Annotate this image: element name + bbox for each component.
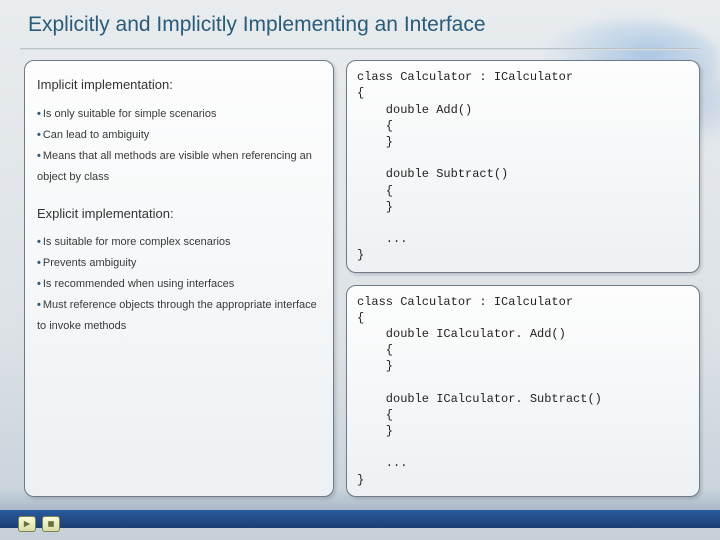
implicit-heading: Implicit implementation: — [37, 73, 321, 98]
stop-icon — [47, 520, 55, 528]
page-title: Explicitly and Implicitly Implementing a… — [0, 0, 720, 46]
play-button[interactable] — [18, 516, 36, 532]
implicit-bullet: •Is only suitable for simple scenarios — [37, 104, 321, 125]
implicit-bullet: •Means that all methods are visible when… — [37, 146, 321, 188]
play-icon — [23, 520, 31, 528]
title-divider — [20, 48, 700, 50]
code-box-explicit: class Calculator : ICalculator { double … — [346, 285, 700, 497]
explicit-bullet: •Must reference objects through the appr… — [37, 295, 321, 337]
stop-button[interactable] — [42, 516, 60, 532]
content-area: Implicit implementation: •Is only suitab… — [24, 60, 700, 497]
code-box-implicit: class Calculator : ICalculator { double … — [346, 60, 700, 272]
implicit-bullet: •Can lead to ambiguity — [37, 125, 321, 146]
explicit-bullet: •Is recommended when using interfaces — [37, 274, 321, 295]
code-column: class Calculator : ICalculator { double … — [346, 60, 700, 497]
explicit-heading: Explicit implementation: — [37, 202, 321, 227]
explicit-bullet: •Prevents ambiguity — [37, 253, 321, 274]
text-panel: Implicit implementation: •Is only suitab… — [24, 60, 334, 497]
footer-bar — [0, 510, 720, 528]
footer-controls — [18, 516, 60, 532]
explicit-bullet: •Is suitable for more complex scenarios — [37, 232, 321, 253]
